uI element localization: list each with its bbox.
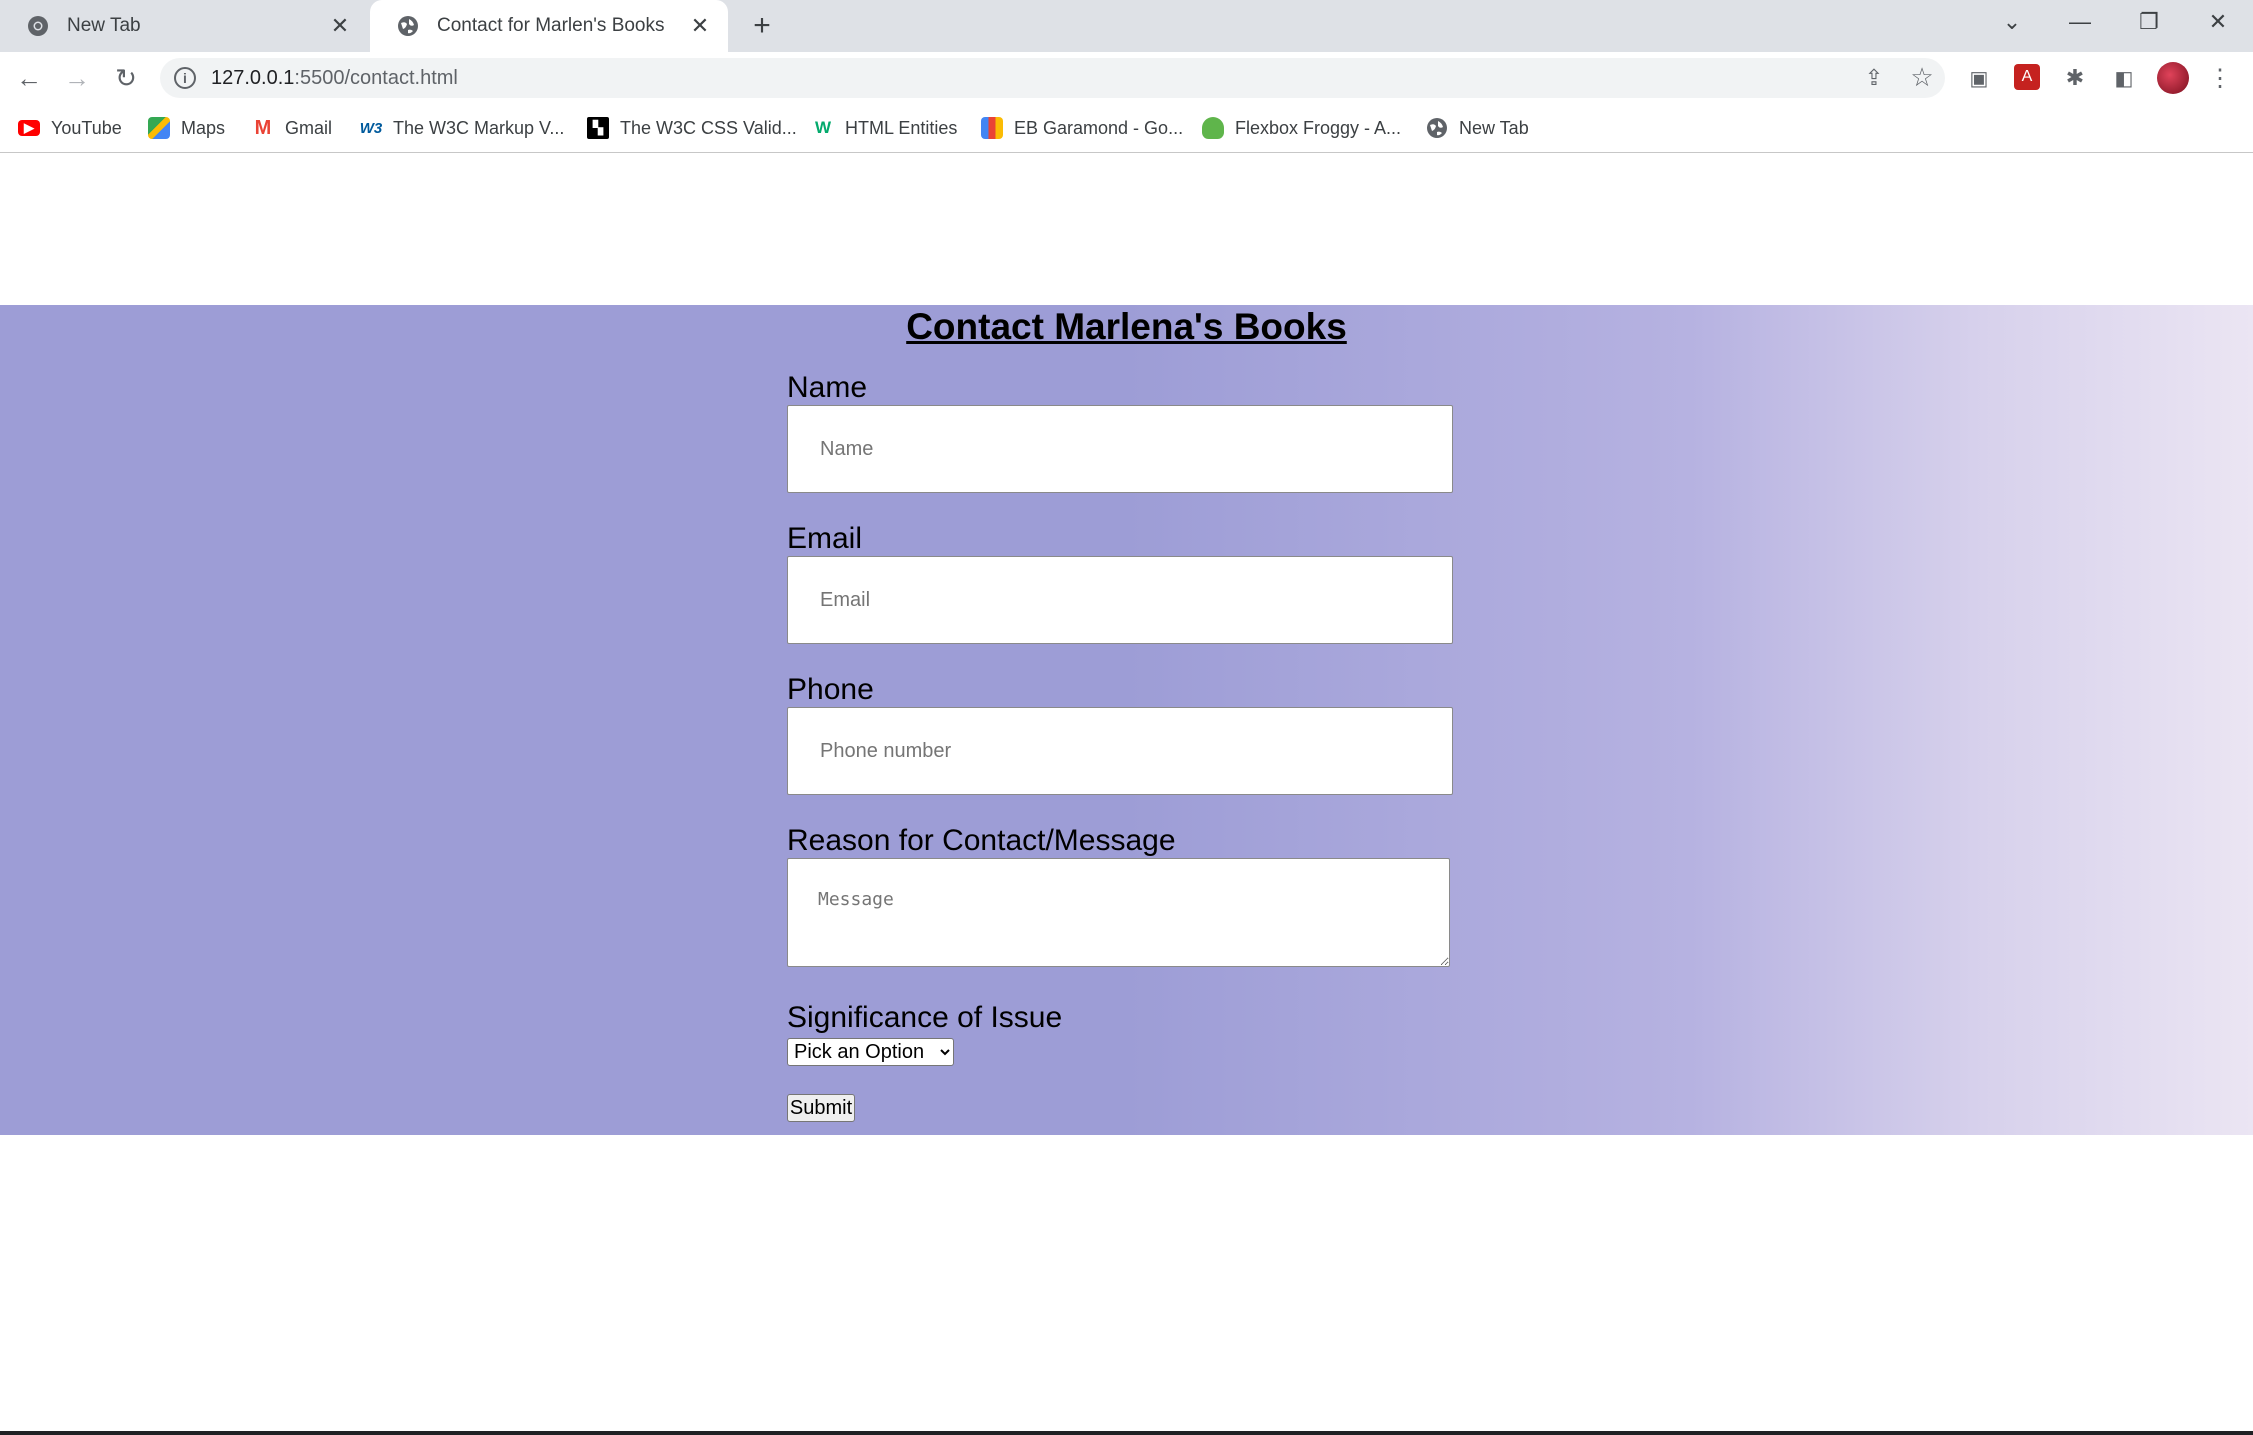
bookmark-star-icon[interactable]: ☆ bbox=[1907, 62, 1937, 92]
back-button[interactable]: ← bbox=[11, 60, 47, 96]
tab-search-icon[interactable]: ⌄ bbox=[1990, 4, 2034, 40]
close-tab-icon[interactable]: ✕ bbox=[686, 12, 714, 40]
url-host: 127.0.0.1 bbox=[211, 67, 295, 89]
tab-strip: New Tab ✕ Contact for Marlen's Books ✕ +… bbox=[0, 0, 2253, 52]
site-info-icon[interactable]: i bbox=[174, 67, 196, 89]
name-input[interactable] bbox=[787, 405, 1453, 493]
tab-new-tab[interactable]: New Tab ✕ bbox=[0, 0, 368, 52]
maps-icon bbox=[148, 117, 170, 139]
phone-input[interactable] bbox=[787, 707, 1453, 795]
restore-button[interactable]: ❐ bbox=[2127, 4, 2171, 40]
forward-button[interactable]: → bbox=[59, 60, 95, 96]
bookmarks-bar: ▶ YouTube Maps M Gmail W3 The W3C Markup… bbox=[0, 104, 2253, 153]
bookmark-gmail[interactable]: M Gmail bbox=[252, 114, 332, 142]
globe-icon bbox=[398, 16, 418, 36]
w3c-icon: W3 bbox=[359, 119, 383, 137]
page-title: Contact Marlena's Books bbox=[906, 306, 1347, 347]
google-fonts-icon bbox=[981, 117, 1003, 139]
froggy-icon bbox=[1202, 117, 1224, 139]
tab-title: New Tab bbox=[67, 15, 141, 36]
bookmark-w3c-markup[interactable]: W3 The W3C Markup V... bbox=[359, 114, 565, 142]
contact-section: Contact Marlena's Books Name Email Phone… bbox=[0, 305, 2253, 1135]
url-text[interactable]: 127.0.0.1:5500/contact.html bbox=[211, 67, 458, 90]
bookmark-eb-garamond[interactable]: EB Garamond - Go... bbox=[981, 114, 1183, 142]
w3c-css-icon: ▚ bbox=[587, 117, 609, 139]
bookmark-label: Gmail bbox=[285, 117, 333, 138]
address-bar[interactable]: i 127.0.0.1:5500/contact.html ⇪ ☆ bbox=[160, 58, 1945, 98]
window-close-button[interactable]: ✕ bbox=[2196, 4, 2240, 40]
bookmark-label: New Tab bbox=[1459, 117, 1529, 138]
globe-icon bbox=[1427, 118, 1447, 138]
bookmark-new-tab[interactable]: New Tab bbox=[1426, 114, 1529, 142]
email-input[interactable] bbox=[787, 556, 1453, 644]
pdf-extension-icon[interactable]: A bbox=[2014, 64, 2040, 90]
menu-kebab-icon[interactable]: ⋮ bbox=[2206, 64, 2234, 92]
significance-label: Significance of Issue bbox=[787, 1001, 1063, 1034]
extension-icon[interactable]: ▣ bbox=[1965, 64, 1993, 92]
bookmark-label: YouTube bbox=[51, 117, 122, 138]
submit-button[interactable]: Submit bbox=[787, 1094, 855, 1122]
minimize-button[interactable]: — bbox=[2058, 4, 2102, 40]
bookmark-flexbox-froggy[interactable]: Flexbox Froggy - A... bbox=[1202, 114, 1401, 142]
bookmark-label: Flexbox Froggy - A... bbox=[1235, 117, 1402, 138]
youtube-icon: ▶ bbox=[18, 120, 40, 136]
phone-label: Phone bbox=[787, 673, 874, 706]
close-tab-icon[interactable]: ✕ bbox=[326, 12, 354, 40]
message-textarea[interactable] bbox=[787, 858, 1450, 967]
page-viewport: Contact Marlena's Books Name Email Phone… bbox=[0, 154, 2253, 1432]
side-panel-icon[interactable]: ◧ bbox=[2110, 64, 2138, 92]
chrome-icon bbox=[28, 16, 48, 36]
bookmark-youtube[interactable]: ▶ YouTube bbox=[18, 114, 122, 142]
gmail-icon: M bbox=[254, 116, 272, 139]
extensions-puzzle-icon[interactable]: ✱ bbox=[2061, 64, 2089, 92]
browser-chrome: New Tab ✕ Contact for Marlen's Books ✕ +… bbox=[0, 0, 2253, 154]
bookmark-label: The W3C Markup V... bbox=[393, 117, 565, 138]
browser-toolbar: ← → ↻ i 127.0.0.1:5500/contact.html ⇪ ☆ … bbox=[0, 52, 2253, 104]
bookmark-maps[interactable]: Maps bbox=[148, 114, 225, 142]
tab-title: Contact for Marlen's Books bbox=[437, 15, 665, 36]
url-path: :5500/contact.html bbox=[294, 67, 458, 89]
bookmark-label: HTML Entities bbox=[845, 117, 958, 138]
reload-button[interactable]: ↻ bbox=[108, 60, 144, 96]
bookmark-label: Maps bbox=[181, 117, 226, 138]
profile-avatar[interactable] bbox=[2157, 62, 2189, 94]
w3schools-icon: W bbox=[814, 118, 832, 137]
bookmark-html-entities[interactable]: W HTML Entities bbox=[812, 114, 957, 142]
taskbar-edge bbox=[0, 1431, 2253, 1435]
name-label: Name bbox=[787, 371, 868, 404]
email-label: Email bbox=[787, 522, 863, 555]
bookmark-label: The W3C CSS Valid... bbox=[620, 117, 797, 138]
bookmark-w3c-css[interactable]: ▚ The W3C CSS Valid... bbox=[587, 114, 797, 142]
message-label: Reason for Contact/Message bbox=[787, 824, 1176, 857]
share-icon[interactable]: ⇪ bbox=[1860, 64, 1888, 92]
significance-select[interactable]: Pick an Option bbox=[787, 1038, 954, 1066]
tab-contact[interactable]: Contact for Marlen's Books ✕ bbox=[370, 0, 728, 52]
new-tab-button[interactable]: + bbox=[746, 9, 778, 42]
bookmark-label: EB Garamond - Go... bbox=[1014, 117, 1184, 138]
